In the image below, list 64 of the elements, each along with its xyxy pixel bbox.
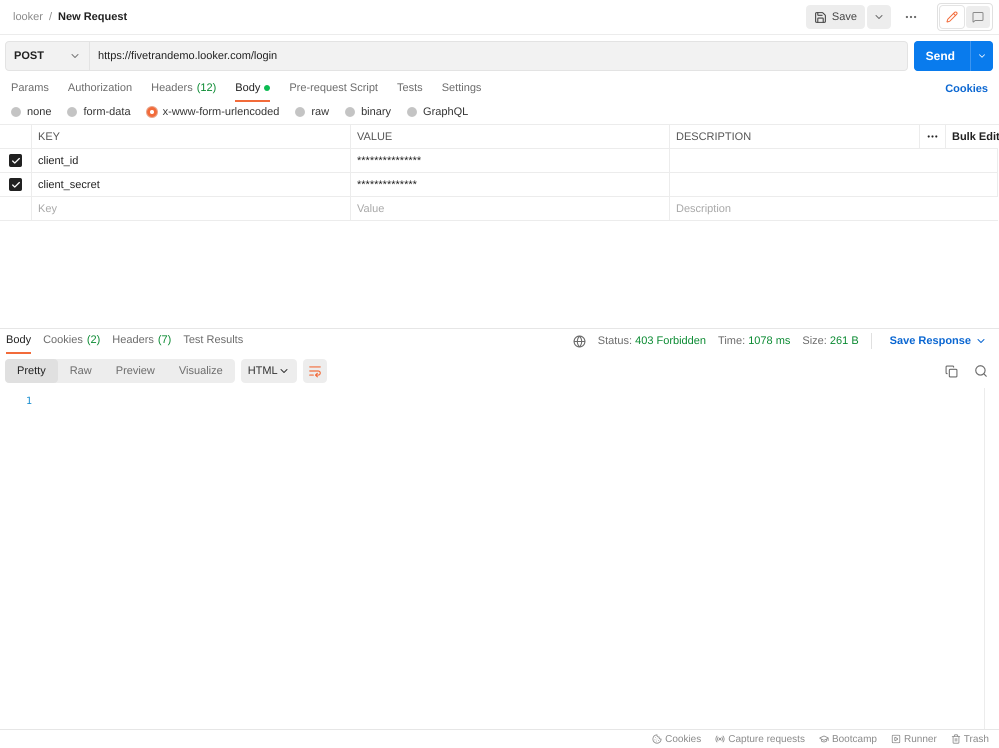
response-tab[interactable]: Body <box>6 328 32 354</box>
breadcrumb-separator: / <box>48 11 52 23</box>
view-toggle-button[interactable] <box>966 6 990 28</box>
graduation-cap-icon <box>818 734 829 744</box>
column-header: KEY <box>32 125 351 149</box>
column-header: DESCRIPTION <box>670 125 920 149</box>
trash-icon <box>950 734 961 744</box>
request-tab[interactable]: Body <box>235 76 270 102</box>
size-text: Size: 261 B <box>802 335 859 347</box>
column-header: VALUE <box>351 125 670 149</box>
pencil-icon <box>946 11 958 23</box>
status-bar-item[interactable]: Bootcamp <box>818 734 877 744</box>
method-dropdown[interactable]: POST <box>5 41 90 71</box>
body-type-radio[interactable]: binary <box>345 106 392 118</box>
status-bar-item[interactable]: Runner <box>890 734 937 744</box>
cookie-icon <box>652 734 662 744</box>
table-cell: ************** <box>351 173 670 197</box>
status-bar-item[interactable]: Trash <box>950 734 989 744</box>
status-bar-item[interactable]: Cookies <box>652 734 702 744</box>
format-tab[interactable]: Pretty <box>5 359 58 383</box>
format-tab[interactable]: Raw <box>58 359 104 383</box>
request-tab[interactable]: Settings <box>442 76 482 102</box>
antenna-icon <box>715 734 726 744</box>
time-text: Time: 1078 ms <box>718 335 790 347</box>
save-icon <box>814 10 827 24</box>
wrap-lines-icon <box>308 364 322 378</box>
search-icon <box>974 364 988 378</box>
globe-icon <box>572 334 586 348</box>
table-cell: *************** <box>351 149 670 173</box>
table-cell: client_secret <box>32 173 351 197</box>
send-button[interactable]: Send <box>914 41 971 71</box>
request-tab[interactable]: Pre-request Script <box>289 76 378 102</box>
body-type-radio[interactable]: raw <box>295 106 330 118</box>
wrap-button[interactable] <box>302 359 327 383</box>
request-tab[interactable]: Authorization <box>68 76 132 102</box>
request-tab[interactable]: Tests <box>397 76 423 102</box>
checkbox[interactable] <box>9 178 22 191</box>
request-tab[interactable]: Headers (12) <box>151 76 216 102</box>
comment-icon <box>972 11 984 23</box>
format-tab[interactable]: Preview <box>104 359 167 383</box>
status-text: Status: 403 Forbidden <box>598 335 706 347</box>
save-button[interactable]: Save <box>806 5 865 29</box>
request-title: New Request <box>58 11 128 23</box>
body-type-radio[interactable]: GraphQL <box>407 106 468 118</box>
language-dropdown[interactable]: HTML <box>240 359 297 383</box>
play-icon <box>890 734 901 744</box>
request-tab[interactable]: Params <box>11 76 49 102</box>
breadcrumb-link[interactable]: looker <box>13 11 43 23</box>
view-toggle-button[interactable] <box>940 6 964 28</box>
checkbox[interactable] <box>9 154 22 167</box>
copy-icon <box>944 364 958 378</box>
cookies-link[interactable]: Cookies <box>945 83 988 95</box>
line-number: 1 <box>26 396 32 409</box>
save-response-button[interactable]: Save Response <box>884 334 993 348</box>
table-cell: client_id <box>32 149 351 173</box>
format-tab[interactable]: Visualize <box>166 359 235 383</box>
body-type-radio[interactable]: none <box>11 106 52 118</box>
body-type-radio[interactable]: form-data <box>67 106 131 118</box>
body-type-radio[interactable]: x-www-form-urlencoded <box>146 106 280 118</box>
response-tab[interactable]: Test Results <box>183 328 244 354</box>
response-tab[interactable]: Cookies (2) <box>43 328 100 354</box>
url-input[interactable]: https://fivetrandemo.looker.com/login <box>90 41 908 71</box>
response-tab[interactable]: Headers (7) <box>112 328 172 354</box>
status-bar-item[interactable]: Capture requests <box>715 734 805 744</box>
